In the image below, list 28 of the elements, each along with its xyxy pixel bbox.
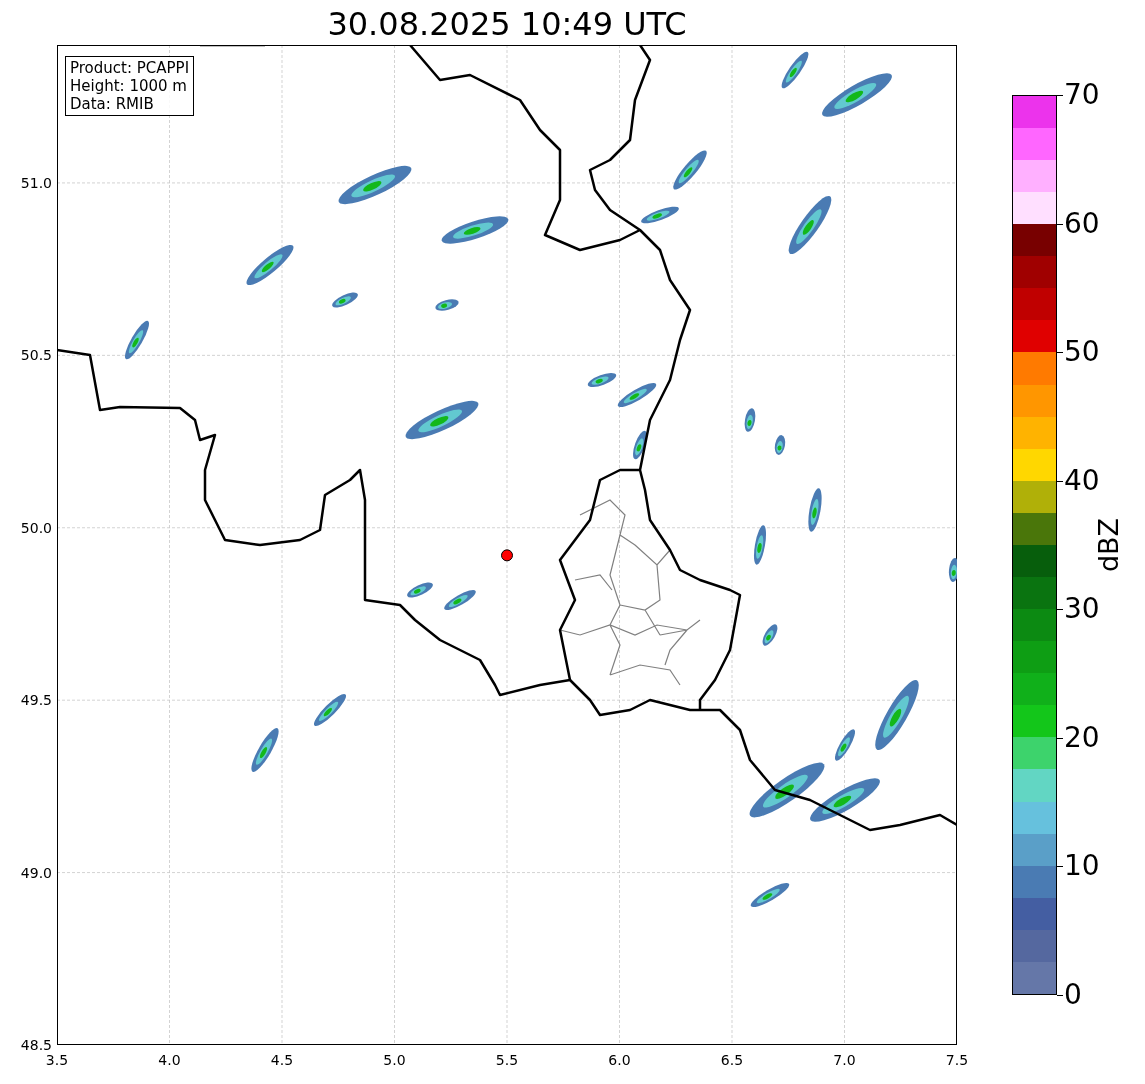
info-text: Height: 1000 m	[70, 77, 188, 95]
y-tick-label: 49.0	[20, 864, 52, 881]
x-tick-label: 6.5	[720, 1052, 744, 1068]
info-text: Data: RMIB	[70, 95, 155, 113]
colorbar-tick-label: 60	[1064, 208, 1100, 239]
x-tick-label: 6.0	[608, 1052, 631, 1068]
y-tick-label: 50.0	[20, 519, 52, 536]
x-tick-label: 5.0	[383, 1052, 406, 1068]
colorbar-tick-label: 30	[1064, 594, 1100, 625]
x-tick-label: 4.0	[158, 1052, 181, 1068]
x-tick-label: 3.5	[45, 1052, 69, 1068]
y-tick-label: 50.5	[20, 347, 52, 364]
colorbar-tick-label: 10	[1064, 851, 1100, 882]
x-tick-label: 5.5	[495, 1052, 519, 1068]
colorbar-tick-label: 0	[1064, 980, 1082, 1010]
colorbar-tick-label: 20	[1064, 722, 1100, 753]
colorbar-label: dBZ	[1092, 517, 1124, 573]
y-tick-label: 49.5	[20, 692, 52, 709]
info-text: Product: PCAPPI	[70, 59, 190, 77]
colorbar-tick-label: 40	[1064, 465, 1100, 496]
x-tick-label: 4.5	[270, 1052, 294, 1068]
chart-title: 30.08.2025 10:49 UTC	[326, 4, 688, 44]
colorbar-tick-label: 70	[1064, 80, 1100, 110]
colorbar-tick-label: 50	[1064, 337, 1100, 368]
y-tick-label: 48.5	[20, 1037, 52, 1053]
x-tick-label: 7.0	[833, 1052, 856, 1068]
x-tick-label: 7.5	[945, 1052, 969, 1068]
y-tick-label: 51.0	[20, 174, 52, 191]
